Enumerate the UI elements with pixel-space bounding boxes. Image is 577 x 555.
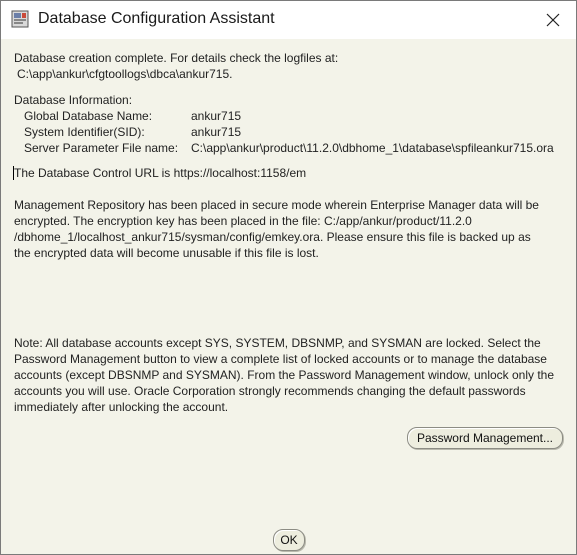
spfile-value: C:\app\ankur\product\11.2.0\dbhome_1\dat…: [191, 141, 554, 155]
control-url-text[interactable]: The Database Control URL is https://loca…: [14, 165, 306, 181]
accounts-note-line: accounts you will use. Oracle Corporatio…: [14, 384, 526, 398]
sid-value: ankur715: [191, 125, 242, 139]
close-button[interactable]: [530, 1, 576, 39]
oracle-dbca-app-icon: [11, 10, 29, 28]
db-info-heading: Database Information:: [14, 93, 133, 107]
title-bar[interactable]: Database Configuration Assistant: [1, 1, 576, 39]
sid-label: System Identifier(SID):: [24, 125, 145, 139]
dbca-dialog-window: Database Configuration Assistant Databas…: [0, 0, 577, 555]
accounts-note-line: accounts (except DBSNMP and SYSMAN). Fro…: [14, 368, 555, 382]
spfile-label: Server Parameter File name:: [24, 141, 179, 155]
close-icon: [546, 13, 560, 27]
repository-note-line: Management Repository has been placed in…: [14, 198, 539, 212]
dialog-content: Database creation complete. For details …: [1, 39, 576, 554]
password-management-button[interactable]: Password Management...: [407, 427, 563, 449]
completion-message: Database creation complete. For details …: [14, 51, 339, 65]
repository-note-line: /dbhome_1/localhost_ankur715/sysman/conf…: [14, 230, 531, 244]
global-db-name-label: Global Database Name:: [24, 109, 153, 123]
accounts-note-line: Note: All database accounts except SYS, …: [14, 336, 541, 350]
ok-button[interactable]: OK: [273, 529, 305, 551]
global-db-name-value: ankur715: [191, 109, 242, 123]
accounts-note-line: Password Management button to view a com…: [14, 352, 547, 366]
accounts-note-line: immediately after unlocking the account.: [14, 400, 229, 414]
window-title: Database Configuration Assistant: [38, 10, 275, 27]
logfile-path: C:\app\ankur\cfgtoollogs\dbca\ankur715.: [17, 67, 233, 81]
repository-note-line: encrypted. The encryption key has been p…: [14, 214, 472, 228]
repository-note-line: the encrypted data will become unusable …: [14, 246, 319, 260]
